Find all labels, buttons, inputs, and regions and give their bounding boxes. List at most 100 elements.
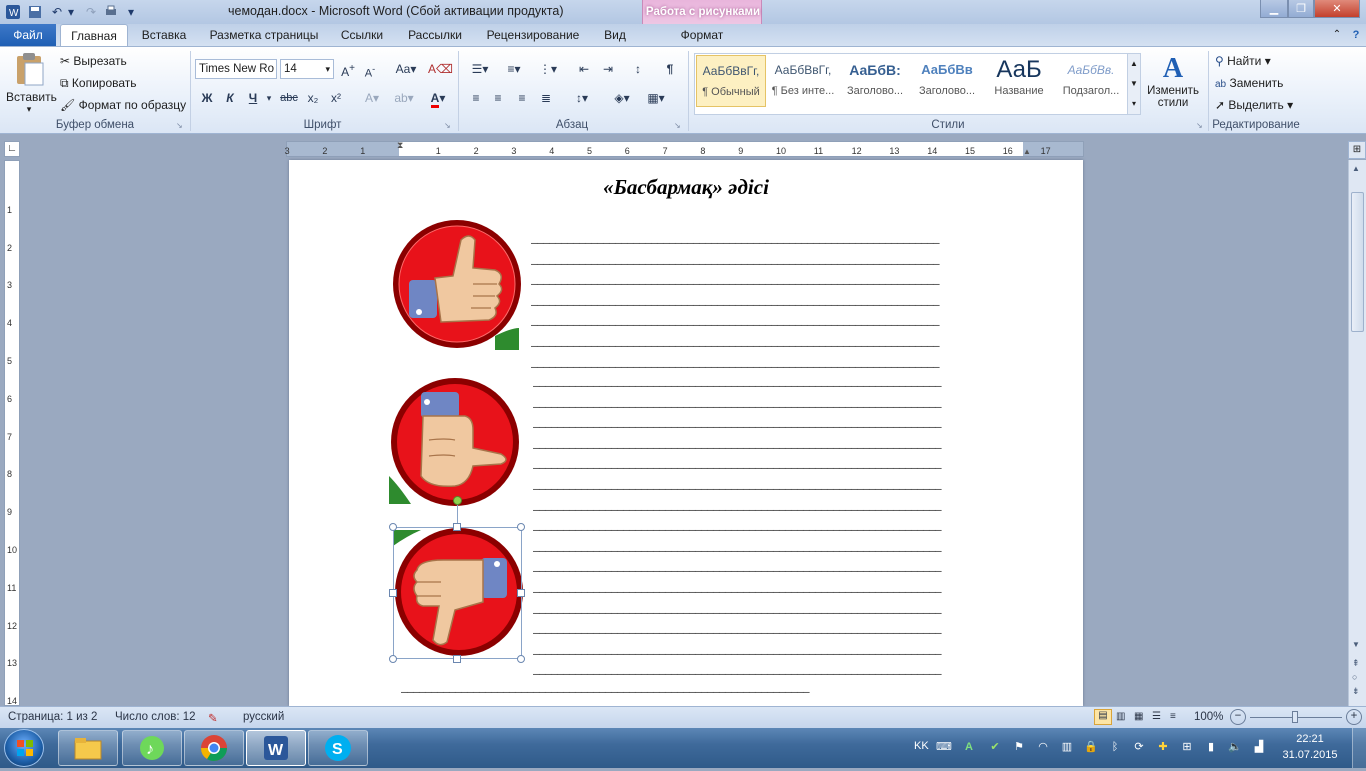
answer-line[interactable]: ________________________________________… xyxy=(533,453,1027,474)
replace-button[interactable]: ab Заменить xyxy=(1215,76,1283,90)
clock-time[interactable]: 22:21 xyxy=(1280,733,1340,745)
style-subtitle[interactable]: АаБбВв. Подзагол... xyxy=(1056,55,1126,107)
browse-object-icon[interactable]: ○ xyxy=(1352,672,1357,682)
help-icon[interactable]: ? xyxy=(1348,24,1364,46)
windows-tray-icon[interactable]: ⊞ xyxy=(1180,740,1194,754)
clipboard-launcher-icon[interactable]: ↘ xyxy=(176,121,183,130)
lock-icon[interactable]: 🔒 xyxy=(1084,740,1098,754)
decrease-indent-icon[interactable]: ⇤ xyxy=(574,59,594,79)
bullets-icon[interactable]: ☰▾ xyxy=(466,59,494,79)
outline-view-icon[interactable]: ☰ xyxy=(1152,711,1161,722)
zoom-slider-thumb[interactable] xyxy=(1292,711,1298,723)
right-indent-marker-icon[interactable]: ▲ xyxy=(1023,147,1031,156)
save-icon[interactable] xyxy=(26,3,44,21)
skype-taskbar-button[interactable]: S xyxy=(308,730,368,766)
justify-icon[interactable]: ≣ xyxy=(536,88,556,108)
style-no-spacing[interactable]: АаБбВвГг, ¶ Без инте... xyxy=(768,55,838,107)
style-normal[interactable]: АаБбВвГг, ¶ Обычный xyxy=(696,55,766,107)
answer-line[interactable]: ________________________________________… xyxy=(533,515,1027,536)
shrink-font-icon[interactable]: A- xyxy=(360,59,380,80)
collapse-ribbon-icon[interactable]: ⌃ xyxy=(1330,24,1344,46)
answer-line[interactable]: ________________________________________… xyxy=(533,639,1027,660)
tab-page-layout[interactable]: Разметка страницы xyxy=(204,24,324,46)
subscript-button[interactable]: x₂ xyxy=(303,88,323,108)
answer-line[interactable]: ________________________________________… xyxy=(533,371,1027,392)
tab-view[interactable]: Вид xyxy=(596,24,634,46)
battery-icon[interactable]: ▮ xyxy=(1204,740,1218,754)
scroll-down-icon[interactable]: ▼ xyxy=(1352,640,1360,649)
refresh-icon[interactable]: ⟳ xyxy=(1132,740,1146,754)
undo-dropdown-icon[interactable]: ▾ xyxy=(66,3,76,21)
strikethrough-button[interactable]: abc xyxy=(278,88,300,108)
web-layout-icon[interactable]: ▦ xyxy=(1134,711,1143,722)
tab-insert[interactable]: Вставка xyxy=(134,24,194,46)
answer-line[interactable]: ________________________________________… xyxy=(531,269,1025,290)
reading-view-icon[interactable]: ▥ xyxy=(1116,711,1125,722)
horizontal-ruler[interactable]: 3 2 1 1 2 3 4 5 6 7 8 9 10 11 12 13 14 15 16 17 ⧗ ▲ xyxy=(285,140,1084,157)
explorer-taskbar-button[interactable] xyxy=(58,730,118,766)
answer-line[interactable]: ________________________________________… xyxy=(533,495,1027,516)
tab-format[interactable]: Формат xyxy=(648,24,756,46)
thumbs-sideways-picture[interactable] xyxy=(389,376,521,508)
tab-stop-selector[interactable]: ∟ xyxy=(4,141,20,157)
bluetooth-icon[interactable]: ᛒ xyxy=(1108,740,1122,754)
tray-plus-icon[interactable]: ✚ xyxy=(1156,740,1170,754)
italic-button[interactable]: К xyxy=(221,88,239,108)
answer-line[interactable]: ________________________________________… xyxy=(531,290,1025,311)
answer-line[interactable]: ________________________________________… xyxy=(531,331,1025,352)
resize-handle-nw[interactable] xyxy=(389,523,397,531)
resize-handle-w[interactable] xyxy=(389,589,397,597)
cut-button[interactable]: ✂ Вырезать xyxy=(60,54,127,68)
view-ruler-toggle-icon[interactable]: ⊞ xyxy=(1348,141,1366,159)
font-family-combo[interactable]: Times New Ro xyxy=(195,59,277,79)
answer-line[interactable]: ________________________________________… xyxy=(401,677,1027,698)
volume-icon[interactable]: 🔈 xyxy=(1228,740,1242,754)
chrome-taskbar-button[interactable] xyxy=(184,730,244,766)
paragraph-launcher-icon[interactable]: ↘ xyxy=(674,121,681,130)
answer-line[interactable]: ________________________________________… xyxy=(533,474,1027,495)
answer-line[interactable]: ________________________________________… xyxy=(533,556,1027,577)
zoom-level[interactable]: 100% xyxy=(1194,711,1223,723)
vertical-scrollbar[interactable]: ▲ ▼ ⇞ ○ ⇟ xyxy=(1348,160,1366,706)
language-indicator[interactable]: русский xyxy=(243,711,284,723)
font-size-combo[interactable]: 14 ▾ xyxy=(280,59,334,79)
resize-handle-n[interactable] xyxy=(453,523,461,531)
answer-line[interactable]: ________________________________________… xyxy=(533,536,1027,557)
style-heading-1[interactable]: АаБбВ: Заголово... xyxy=(840,55,910,107)
select-button[interactable]: ➚ Выделить ▾ xyxy=(1215,98,1293,112)
format-painter-button[interactable]: 🖌 Формат по образцу xyxy=(60,98,186,112)
itunes-taskbar-button[interactable]: ♪ xyxy=(122,730,182,766)
multilevel-list-icon[interactable]: ⋮▾ xyxy=(534,59,562,79)
style-heading-2[interactable]: АаБбВв Заголово... xyxy=(912,55,982,107)
start-button[interactable] xyxy=(4,729,44,767)
answer-line[interactable]: ________________________________________… xyxy=(533,433,1027,454)
customize-toolbar-icon[interactable]: ▾ xyxy=(124,3,138,21)
underline-dropdown-icon[interactable]: ▾ xyxy=(264,88,274,108)
document-title[interactable]: «Басбармақ» әдісі xyxy=(289,175,1083,200)
text-effects-icon[interactable]: A▾ xyxy=(358,88,386,108)
resize-handle-sw[interactable] xyxy=(389,655,397,663)
indent-marker-icon[interactable]: ⧗ xyxy=(397,140,403,151)
answer-line[interactable]: ________________________________________… xyxy=(533,577,1027,598)
scroll-up-icon[interactable]: ▲ xyxy=(1352,164,1360,173)
resize-handle-se[interactable] xyxy=(517,655,525,663)
font-launcher-icon[interactable]: ↘ xyxy=(444,121,451,130)
answer-line[interactable]: ________________________________________… xyxy=(531,310,1025,331)
keyboard-icon[interactable]: ⌨ xyxy=(936,740,952,754)
styles-scroll[interactable]: ▲ ▼ ▾ xyxy=(1127,53,1141,115)
underline-button[interactable]: Ч xyxy=(244,88,262,108)
answer-line[interactable]: ________________________________________… xyxy=(533,598,1027,619)
next-page-icon[interactable]: ⇟ xyxy=(1352,686,1360,697)
numbering-icon[interactable]: ≡▾ xyxy=(500,59,528,79)
answer-line[interactable]: ________________________________________… xyxy=(531,352,1025,373)
print-layout-view-icon[interactable]: ▤ xyxy=(1094,709,1112,725)
resize-handle-s[interactable] xyxy=(453,655,461,663)
input-language[interactable]: KK xyxy=(914,740,929,752)
resize-handle-e[interactable] xyxy=(517,589,525,597)
increase-indent-icon[interactable]: ⇥ xyxy=(598,59,618,79)
minimize-button[interactable]: ▁ xyxy=(1260,0,1288,18)
paste-button[interactable]: Вставить ▾ xyxy=(6,51,57,117)
redo-icon[interactable]: ↷ xyxy=(82,3,100,21)
tray-a-icon[interactable]: A xyxy=(962,740,976,754)
superscript-button[interactable]: x² xyxy=(326,88,346,108)
